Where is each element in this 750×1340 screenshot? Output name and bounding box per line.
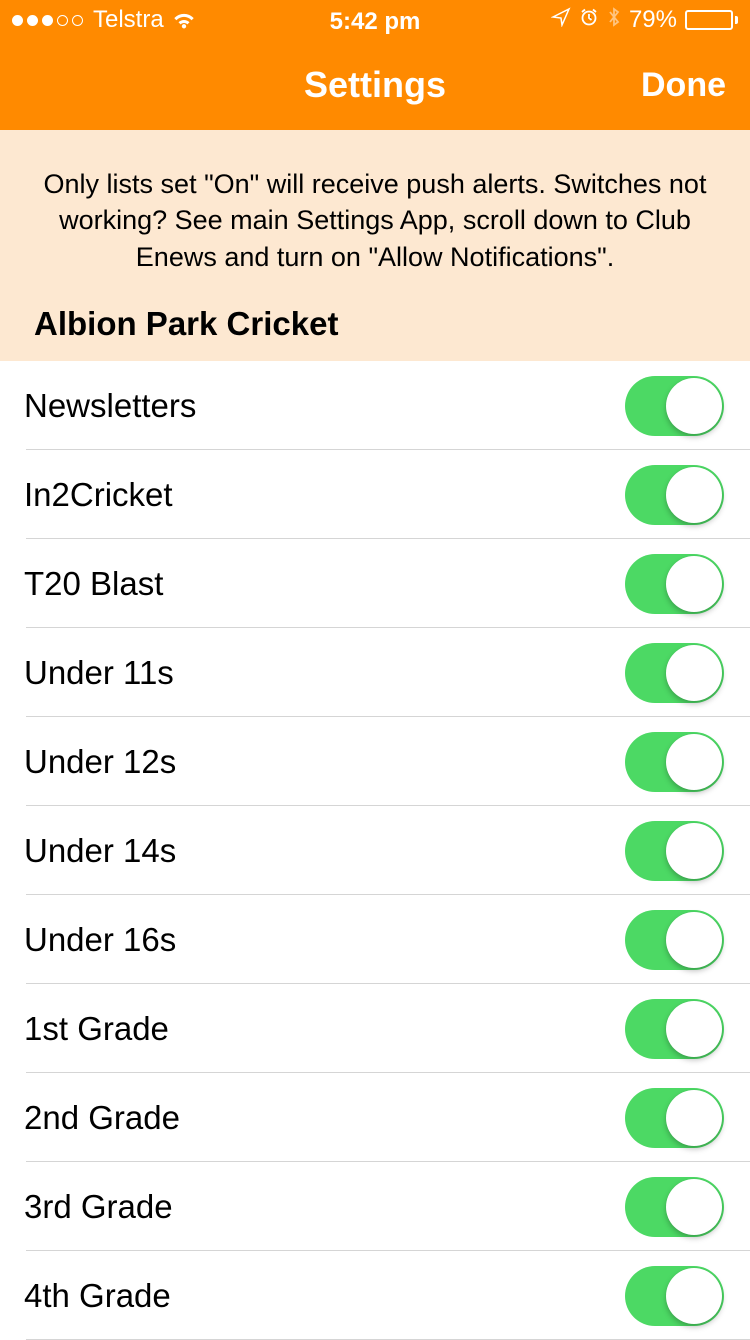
status-right: 79%: [551, 6, 738, 35]
page-title: Settings: [304, 64, 446, 106]
list-item-label: 2nd Grade: [24, 1099, 180, 1137]
list-item-label: Under 14s: [24, 832, 176, 870]
toggle-knob: [666, 378, 722, 434]
info-text: Only lists set "On" will receive push al…: [28, 166, 722, 275]
battery-icon: [685, 10, 738, 30]
list-item: 2nd Grade: [0, 1073, 750, 1162]
list-item: 4th Grade: [0, 1251, 750, 1340]
toggle-switch[interactable]: [625, 376, 724, 436]
signal-strength-icon: [12, 15, 83, 26]
status-left: Telstra: [12, 6, 198, 34]
list-item: In2Cricket: [0, 450, 750, 539]
list-item: Under 14s: [0, 806, 750, 895]
toggle-knob: [666, 912, 722, 968]
toggle-switch[interactable]: [625, 910, 724, 970]
toggle-switch[interactable]: [625, 465, 724, 525]
list-item: T20 Blast: [0, 539, 750, 628]
list-item: Newsletters: [0, 361, 750, 450]
toggle-knob: [666, 823, 722, 879]
toggle-knob: [666, 734, 722, 790]
toggle-switch[interactable]: [625, 1088, 724, 1148]
list-item: Under 11s: [0, 628, 750, 717]
section-title: Albion Park Cricket: [28, 305, 722, 343]
alarm-icon: [579, 6, 599, 34]
list-item: 1st Grade: [0, 984, 750, 1073]
toggle-knob: [666, 645, 722, 701]
status-time: 5:42 pm: [330, 8, 421, 36]
toggle-switch[interactable]: [625, 821, 724, 881]
toggle-switch[interactable]: [625, 643, 724, 703]
toggle-knob: [666, 1268, 722, 1324]
toggle-switch[interactable]: [625, 1177, 724, 1237]
done-button[interactable]: Done: [641, 66, 726, 105]
toggle-knob: [666, 1001, 722, 1057]
toggle-knob: [666, 467, 722, 523]
location-icon: [551, 6, 571, 34]
toggle-knob: [666, 1179, 722, 1235]
list-item: 3rd Grade: [0, 1162, 750, 1251]
toggle-switch[interactable]: [625, 1266, 724, 1326]
list-item-label: T20 Blast: [24, 565, 163, 603]
toggle-switch[interactable]: [625, 999, 724, 1059]
settings-list: Newsletters In2Cricket T20 Blast Under 11s U…: [0, 361, 750, 1340]
bluetooth-icon: [607, 6, 621, 35]
list-item-label: In2Cricket: [24, 476, 173, 514]
list-item: Under 12s: [0, 717, 750, 806]
status-bar: Telstra 5:42 pm 79%: [0, 0, 750, 40]
list-item-label: 3rd Grade: [24, 1188, 173, 1226]
toggle-switch[interactable]: [625, 732, 724, 792]
battery-percent: 79%: [629, 6, 677, 34]
toggle-knob: [666, 556, 722, 612]
toggle-switch[interactable]: [625, 554, 724, 614]
wifi-icon: [170, 10, 198, 30]
carrier-label: Telstra: [93, 6, 164, 34]
list-item-label: Under 16s: [24, 921, 176, 959]
list-item-label: Under 12s: [24, 743, 176, 781]
toggle-knob: [666, 1090, 722, 1146]
info-header: Only lists set "On" will receive push al…: [0, 130, 750, 361]
list-item-label: Under 11s: [24, 654, 174, 692]
list-item-label: 4th Grade: [24, 1277, 171, 1315]
list-item-label: Newsletters: [24, 387, 196, 425]
nav-bar: Settings Done: [0, 40, 750, 130]
list-item-label: 1st Grade: [24, 1010, 169, 1048]
list-item: Under 16s: [0, 895, 750, 984]
